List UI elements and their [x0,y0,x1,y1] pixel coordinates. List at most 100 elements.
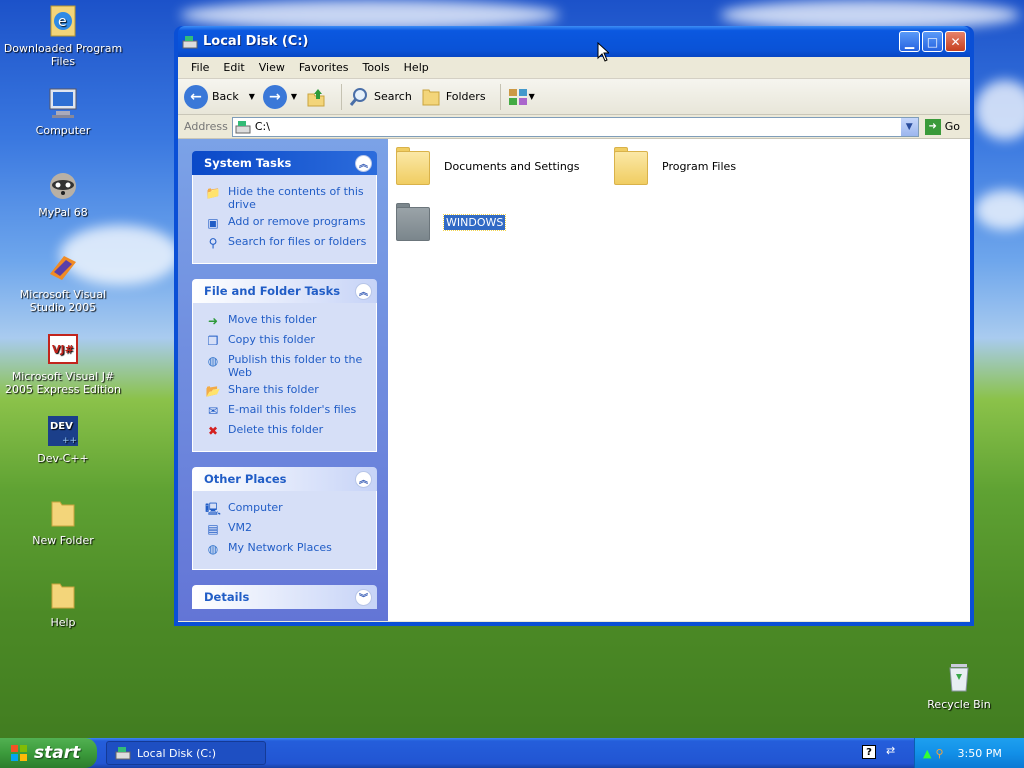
dev-cpp-icon: DEV ++ [48,416,78,446]
explorer-main: System Tasks ︽ 📁 Hide the contents of thi… [178,139,970,621]
chevron-up-icon[interactable]: ︽ [355,154,372,172]
menu-bar: File Edit View Favorites Tools Help [178,57,970,79]
help-icon[interactable]: ? [862,745,876,759]
globe-icon: ◍ [207,353,219,368]
taskbar: start Local Disk (C:) ? ⇄ ▲ ⚲ 3:50 PM [0,738,1024,768]
menu-file[interactable]: File [184,61,216,74]
desktop-icon-computer[interactable]: Computer [1,86,125,137]
folder-icon [612,145,652,187]
folder-up-icon [307,88,325,106]
chevron-up-icon[interactable]: ︽ [355,470,372,488]
system-tasks-header[interactable]: System Tasks ︽ [192,151,377,175]
task-publish-web[interactable]: ◍ Publish this folder to the Web [205,353,368,379]
back-button[interactable]: ← Back ▼ [184,84,255,109]
programs-icon: ▣ [207,215,219,230]
cloud [975,80,1024,140]
task-pane: System Tasks ︽ 📁 Hide the contents of thi… [178,139,388,621]
network-drive-icon: ▤ [207,521,219,536]
move-icon: ➜ [207,313,219,328]
views-button[interactable]: ▼ [507,86,535,108]
task-email-files[interactable]: ✉ E-mail this folder's files [205,403,368,419]
start-button[interactable]: start [0,738,97,768]
start-label: start [34,743,81,763]
task-add-remove-programs[interactable]: ▣ Add or remove programs [205,215,368,231]
task-share-folder[interactable]: 📂 Share this folder [205,383,368,399]
desktop-icon-label: MyPal 68 [38,206,88,219]
system-tasks-panel: System Tasks ︽ 📁 Hide the contents of thi… [192,151,377,264]
desktop-icon-label: Microsoft Visual Studio 2005 [19,288,107,314]
task-label: E-mail this folder's files [228,403,357,416]
menu-edit[interactable]: Edit [216,61,251,74]
task-label: Hide the contents of this drive [228,185,364,211]
up-button[interactable] [305,86,327,108]
details-header[interactable]: Details ︾ [192,585,377,609]
folders-button[interactable]: Folders [420,86,486,108]
menu-help[interactable]: Help [397,61,436,74]
go-label: Go [944,120,960,133]
search-button[interactable]: Search [348,86,412,108]
menu-view[interactable]: View [252,61,292,74]
svg-text:VJ#: VJ# [52,343,74,356]
task-delete-folder[interactable]: ✖ Delete this folder [205,423,368,439]
chevron-down-icon[interactable]: ▼ [249,92,255,101]
place-vm2[interactable]: ▤ VM2 [205,521,368,537]
svg-text:e: e [58,14,67,30]
file-folder-tasks-header[interactable]: File and Folder Tasks ︽ [192,279,377,303]
task-hide-contents[interactable]: 📁 Hide the contents of this drive [205,185,368,211]
system-tray: ▲ ⚲ 3:50 PM [914,738,1024,768]
details-panel: Details ︾ [192,585,377,609]
tray-search-icon[interactable]: ⚲ [935,747,943,760]
place-label: My Network Places [228,541,332,554]
clock[interactable]: 3:50 PM [958,747,1002,760]
folder-item[interactable]: WINDOWS [394,201,507,243]
drive-icon [235,120,251,133]
folder-icon [51,501,75,527]
task-label: Local Disk (C:) [137,746,217,760]
menu-favorites[interactable]: Favorites [292,61,356,74]
tray-shield-icon[interactable]: ▲ [923,747,931,760]
svg-text:DEV: DEV [50,421,73,432]
go-button[interactable]: ➜ Go [919,118,970,135]
chevron-up-icon[interactable]: ︽ [355,282,372,300]
place-network[interactable]: ◍ My Network Places [205,541,368,557]
maximize-button[interactable]: □ [922,31,943,52]
toolbar-separator [341,83,343,110]
chevron-down-icon[interactable]: ▼ [900,117,918,136]
chevron-down-icon[interactable]: ︾ [355,588,372,606]
desktop-icon-downloaded-program-files[interactable]: e Downloaded Program Files [1,4,125,68]
task-move-folder[interactable]: ➜ Move this folder [205,313,368,329]
task-label: Copy this folder [228,333,315,346]
desktop-icon-mypal[interactable]: MyPal 68 [1,168,125,219]
file-list: Documents and Settings Program Files WIN… [388,139,970,621]
computer-icon [49,88,77,118]
folder-item[interactable]: Program Files [612,145,736,187]
forward-button[interactable]: → ▼ [262,84,297,109]
title-bar[interactable]: Local Disk (C:) ▁ □ ✕ [178,26,970,57]
place-computer[interactable]: 🖳 Computer [205,501,368,517]
chevron-down-icon[interactable]: ▼ [529,92,535,101]
folder-item[interactable]: Documents and Settings [394,145,580,187]
address-input[interactable]: C:\ ▼ [231,116,919,137]
taskbar-task-local-disk[interactable]: Local Disk (C:) [106,741,266,765]
window-title: Local Disk (C:) [203,34,309,49]
task-search-files[interactable]: ⚲ Search for files or folders [205,235,368,251]
drive-icon [182,35,198,48]
desktop-icon-help[interactable]: Help [1,578,125,629]
desktop-icon-visual-jsharp[interactable]: VJ# Microsoft Visual J# 2005 Express Edi… [1,332,125,396]
minimize-button[interactable]: ▁ [899,31,920,52]
desktop-icon-label: New Folder [32,534,94,547]
desktop-icon-visual-studio[interactable]: Microsoft Visual Studio 2005 [1,250,125,314]
other-places-header[interactable]: Other Places ︽ [192,467,377,491]
panel-title: File and Folder Tasks [204,284,341,298]
chevron-down-icon[interactable]: ▼ [291,92,297,101]
desktop-icon-recycle-bin[interactable]: Recycle Bin [897,660,1021,711]
close-button[interactable]: ✕ [945,31,966,52]
email-icon: ✉ [207,403,219,418]
desktop-icon-new-folder[interactable]: New Folder [1,496,125,547]
folder-icon: 📁 [205,185,221,200]
desktop-icon-dev-cpp[interactable]: DEV ++ Dev-C++ [1,414,125,465]
task-copy-folder[interactable]: ❐ Copy this folder [205,333,368,349]
search-icon [349,87,368,106]
network-tray-icon[interactable]: ⇄ [886,744,895,757]
menu-tools[interactable]: Tools [356,61,397,74]
